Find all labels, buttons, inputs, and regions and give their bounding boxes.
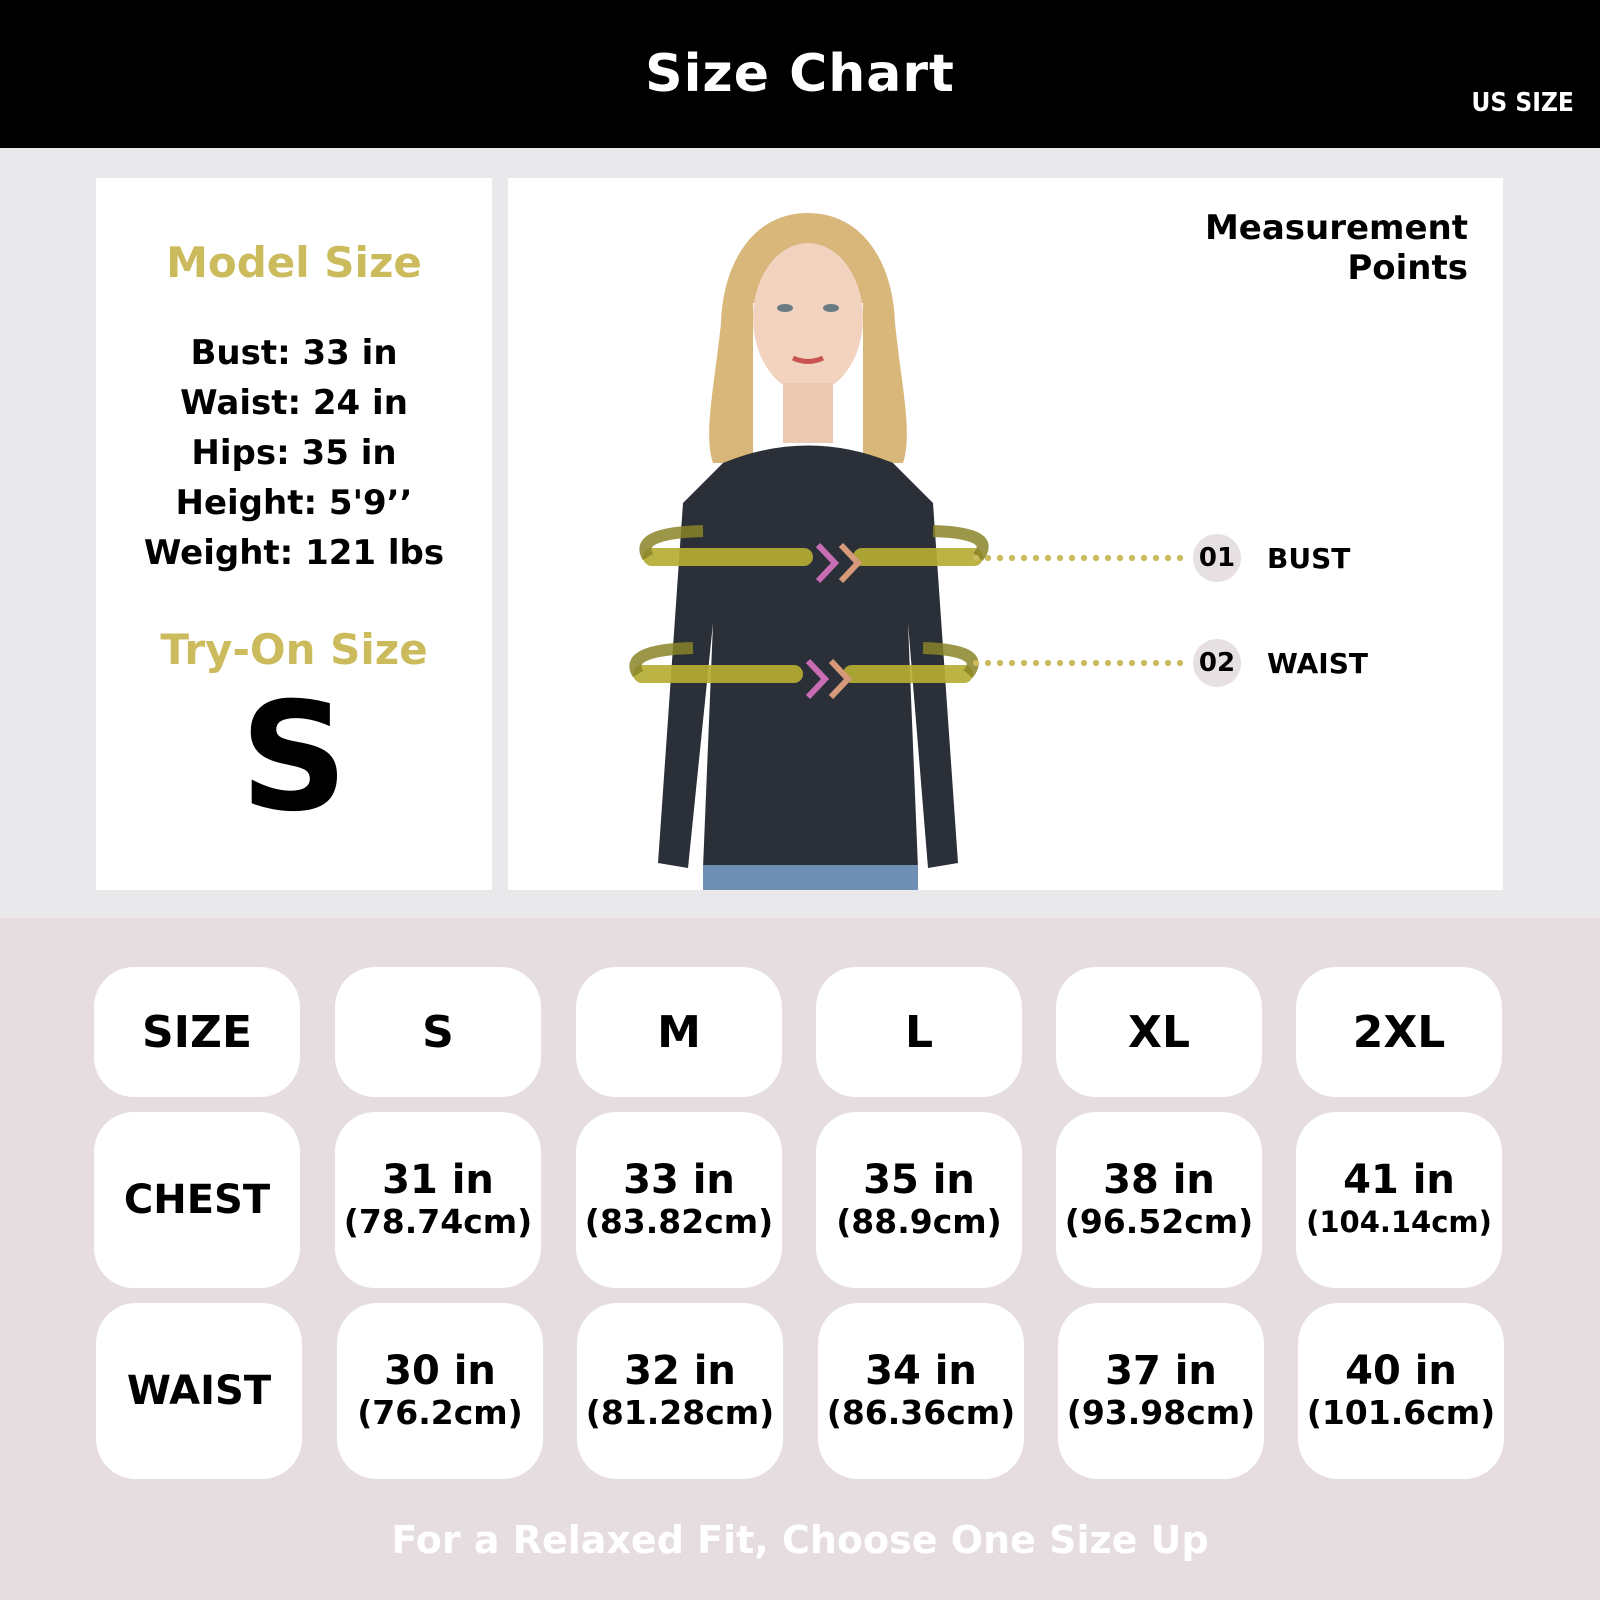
- callout-bust: 01 BUST: [970, 533, 1350, 583]
- value-cm: (86.36cm): [826, 1393, 1016, 1432]
- value-cm: (101.6cm): [1306, 1393, 1496, 1432]
- size-region-label: US SIZE: [1471, 88, 1574, 118]
- value-inches: 40 in: [1345, 1348, 1457, 1394]
- model-jeans: [703, 865, 918, 890]
- table-cell: 35 in (88.9cm): [816, 1112, 1022, 1288]
- value-inches: 34 in: [865, 1348, 977, 1394]
- table-cell: 33 in (83.82cm): [576, 1112, 782, 1288]
- value-cm: (93.98cm): [1066, 1393, 1256, 1432]
- measurement-title-line1: Measurement: [1204, 208, 1468, 248]
- value-cm: (88.9cm): [836, 1202, 1002, 1241]
- value-inches: 41 in: [1343, 1157, 1455, 1203]
- value-inches: 35 in: [863, 1157, 975, 1203]
- row-label-waist: WAIST: [96, 1303, 302, 1479]
- table-header-m: M: [576, 967, 782, 1097]
- try-on-size-value: S: [239, 671, 349, 845]
- model-size-panel: Model Size Bust: 33 in Waist: 24 in Hips…: [96, 178, 492, 890]
- measurement-points-heading: Measurement Points: [1205, 208, 1468, 288]
- value-inches: 30 in: [384, 1348, 496, 1394]
- value-cm: (76.2cm): [357, 1393, 523, 1432]
- dotted-leader-line: [970, 660, 1185, 666]
- model-figure-illustration: [629, 213, 989, 890]
- row-label-chest: CHEST: [94, 1112, 300, 1288]
- value-inches: 37 in: [1105, 1348, 1217, 1394]
- table-cell: 40 in (101.6cm): [1298, 1303, 1504, 1479]
- table-header-xl: XL: [1056, 967, 1262, 1097]
- table-cell: 37 in (93.98cm): [1058, 1303, 1264, 1479]
- measurement-photo-panel: Measurement Points 01 BUST 02 WAIST: [508, 178, 1503, 890]
- table-header-size: SIZE: [94, 967, 300, 1097]
- value-cm: (81.28cm): [585, 1393, 775, 1432]
- table-header-l: L: [816, 967, 1022, 1097]
- value-cm: (104.14cm): [1306, 1205, 1492, 1239]
- model-stats: Bust: 33 in Waist: 24 in Hips: 35 in Hei…: [96, 328, 492, 578]
- value-inches: 31 in: [382, 1157, 494, 1203]
- model-face: [753, 243, 863, 393]
- table-cell: 38 in (96.52cm): [1056, 1112, 1262, 1288]
- try-on-size-heading: Try-On Size: [160, 625, 428, 674]
- value-cm: (78.74cm): [343, 1202, 533, 1241]
- callout-number: 01: [1193, 534, 1241, 582]
- value-cm: (96.52cm): [1064, 1202, 1254, 1241]
- callout-label: BUST: [1267, 541, 1351, 575]
- table-header-s: S: [335, 967, 541, 1097]
- model-stat-weight: Weight: 121 lbs: [143, 533, 445, 573]
- model-stat-bust: Bust: 33 in: [190, 333, 398, 373]
- callout-waist: 02 WAIST: [970, 638, 1368, 688]
- table-cell: 41 in (104.14cm): [1296, 1112, 1502, 1288]
- table-cell: 30 in (76.2cm): [337, 1303, 543, 1479]
- table-cell: 34 in (86.36cm): [818, 1303, 1024, 1479]
- model-stat-height: Height: 5'9’’: [175, 483, 413, 523]
- table-header-2xl: 2XL: [1296, 967, 1502, 1097]
- value-inches: 32 in: [624, 1348, 736, 1394]
- measurement-title-line2: Points: [1347, 248, 1468, 288]
- callout-label: WAIST: [1267, 646, 1368, 680]
- dotted-leader-line: [970, 555, 1185, 561]
- table-cell: 32 in (81.28cm): [577, 1303, 783, 1479]
- model-size-heading: Model Size: [166, 238, 422, 287]
- value-cm: (83.82cm): [584, 1202, 774, 1241]
- value-inches: 38 in: [1103, 1157, 1215, 1203]
- table-cell: 31 in (78.74cm): [335, 1112, 541, 1288]
- value-inches: 33 in: [623, 1157, 735, 1203]
- header-bar: Size Chart US SIZE: [0, 0, 1600, 148]
- callout-number: 02: [1193, 639, 1241, 687]
- model-stat-waist: Waist: 24 in: [180, 383, 408, 423]
- model-stat-hips: Hips: 35 in: [191, 433, 397, 473]
- model-shirt: [658, 445, 958, 868]
- relaxed-fit-note: For a Relaxed Fit, Choose One Size Up: [391, 1518, 1209, 1562]
- page-title: Size Chart: [645, 44, 955, 104]
